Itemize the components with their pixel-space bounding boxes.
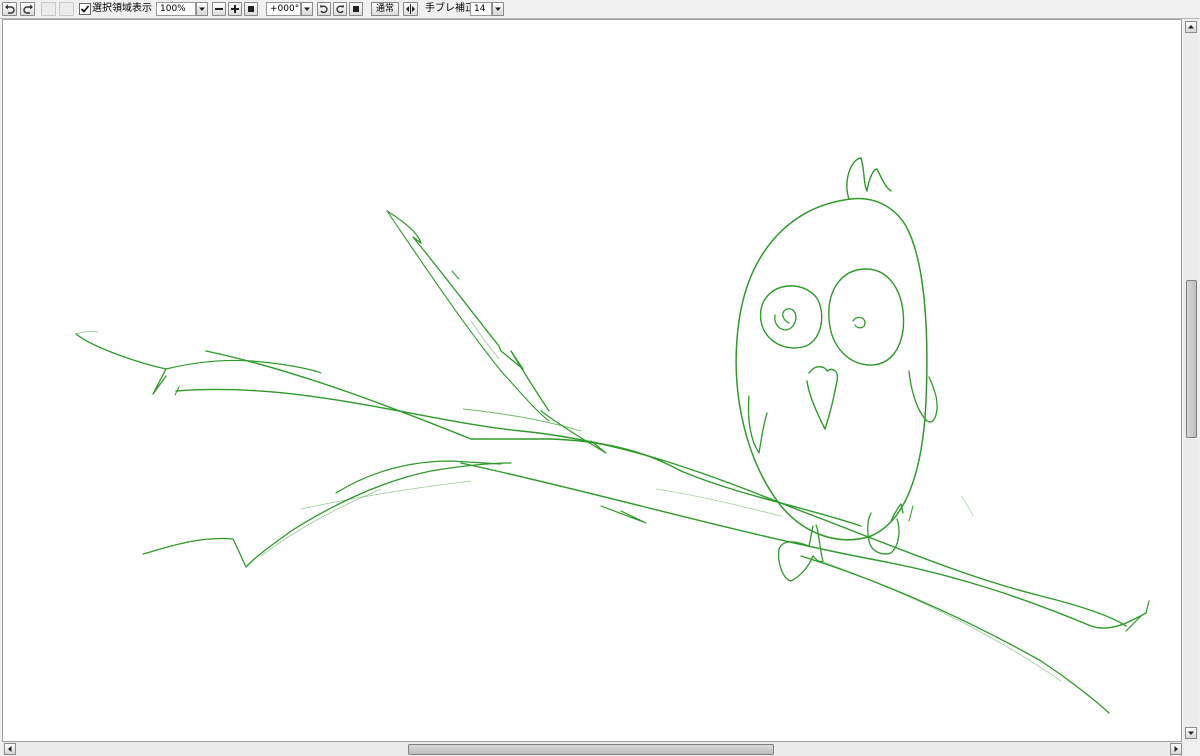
invert-selection-button[interactable] [59,2,74,16]
branch-stroke [175,388,1127,627]
faint-stroke [655,488,782,517]
twig-stroke [451,270,460,280]
owl-wing-stroke [908,370,938,423]
toolbar: 選択領域表示 100% +000° 通常 手ブレ補正 14 [0,0,1200,19]
rotation-field[interactable]: +000° [266,2,301,16]
faint-stroke [960,495,974,517]
branch-stroke [800,555,1110,714]
zoom-in-icon [231,5,239,13]
owl-beak-stroke [806,366,839,430]
chevron-left-icon [8,746,12,752]
branch-stroke [820,560,1062,682]
flip-horizontal-button[interactable] [403,2,418,16]
vertical-scroll-thumb[interactable] [1186,280,1197,438]
rotate-ccw-icon [319,5,328,14]
vertical-scrollbar[interactable] [1184,19,1198,742]
zoom-field[interactable]: 100% [156,2,196,16]
rotate-cw-icon [336,5,345,14]
flip-horizontal-icon [406,4,415,14]
owl-foot-stroke [908,505,914,522]
horizontal-scrollbar[interactable] [2,742,1184,756]
chevron-down-icon [304,7,310,11]
owl-eye-stroke [774,308,797,331]
branch-stroke [165,359,322,374]
stabilizer-dropdown-button[interactable] [492,2,504,16]
scroll-left-button[interactable] [4,743,16,755]
owl-eye-stroke [759,285,823,349]
scroll-down-button[interactable] [1185,727,1197,739]
redo-button[interactable] [20,2,35,16]
chevron-up-icon [1188,25,1194,29]
zoom-reset-button[interactable] [244,2,258,16]
scrollbar-corner [1184,742,1200,756]
twig-stroke [462,408,582,432]
zoom-in-button[interactable] [228,2,242,16]
redo-icon [23,4,33,14]
twig-stroke [300,480,472,510]
twig-stroke [386,210,550,412]
chevron-right-icon [1174,746,1178,752]
rotation-dropdown-button[interactable] [301,2,313,16]
branch-stroke [1125,600,1150,632]
undo-icon [5,4,15,14]
owl-tuft-stroke [846,157,892,200]
show-selection-label: 選択領域表示 [92,3,152,14]
zoom-out-button[interactable] [212,2,226,16]
branch-stroke [460,462,1147,629]
chevron-down-icon [1188,731,1194,735]
branch-stroke [205,350,862,527]
rotate-reset-icon [353,6,359,12]
twig-stroke [540,410,607,454]
rotate-reset-button[interactable] [349,2,363,16]
show-selection-checkbox[interactable] [79,3,91,15]
deselect-button[interactable] [41,2,56,16]
sketch-drawing [75,157,1150,714]
scroll-right-button[interactable] [1170,743,1182,755]
blend-mode-button[interactable]: 通常 [371,2,399,16]
stabilizer-field[interactable]: 14 [470,2,492,16]
stabilizer-label: 手ブレ補正 [425,3,475,14]
branch-stroke [75,333,167,395]
drawing-canvas[interactable] [2,19,1182,742]
twig-stroke [260,488,382,557]
rotate-cw-button[interactable] [333,2,347,16]
twig-stroke [600,505,647,524]
owl-wing-stroke [747,395,768,454]
owl-eye-stroke [852,316,866,329]
rotate-ccw-button[interactable] [317,2,331,16]
horizontal-scroll-thumb[interactable] [408,744,774,755]
scroll-up-button[interactable] [1185,21,1197,33]
twig-stroke [386,210,550,422]
owl-foot-stroke [867,503,904,555]
zoom-dropdown-button[interactable] [196,2,208,16]
chevron-down-icon [199,7,205,11]
undo-button[interactable] [2,2,17,16]
zoom-out-icon [215,8,223,10]
checkbox-icon [80,5,90,13]
chevron-down-icon [495,7,501,11]
owl-eye-stroke [828,268,905,366]
zoom-reset-icon [248,6,254,12]
branch-stroke [75,331,99,335]
